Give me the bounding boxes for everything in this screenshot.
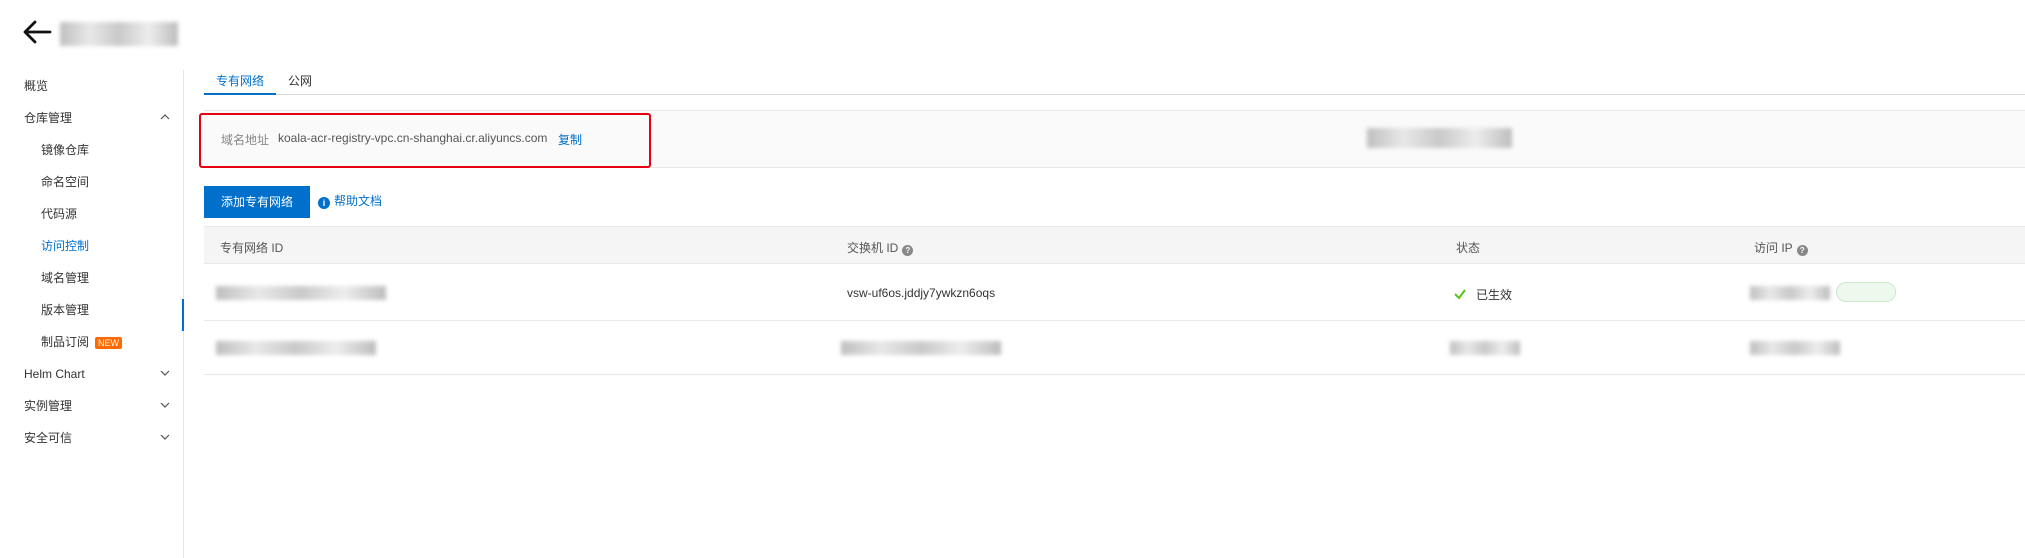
sidebar-item-domain-management[interactable]: 域名管理 xyxy=(41,266,89,290)
status-text: 已生效 xyxy=(1476,288,1513,302)
help-circle-icon[interactable]: ? xyxy=(1796,245,1808,256)
table-row xyxy=(204,321,2025,375)
chevron-down-icon[interactable] xyxy=(160,432,170,442)
column-header-vswitch-id: 交换机 ID? xyxy=(847,239,914,256)
table-header: 专有网络 ID 交换机 ID? 状态 访问 IP? xyxy=(204,226,2025,264)
add-vpc-button[interactable]: 添加专有网络 xyxy=(204,186,310,218)
access-ip-redacted xyxy=(1750,286,1830,300)
chevron-down-icon[interactable] xyxy=(160,368,170,378)
redacted-info xyxy=(1367,128,1512,148)
sidebar-item-helm-chart[interactable]: Helm Chart xyxy=(24,362,85,386)
sidebar-item-artifact-subscription[interactable]: 制品订阅 NEW xyxy=(41,330,123,354)
new-badge: NEW xyxy=(95,336,123,349)
sidebar-item-security-trust[interactable]: 安全可信 xyxy=(24,426,72,450)
status-tag-redacted xyxy=(1836,282,1896,302)
vpc-id-redacted xyxy=(216,341,376,355)
sidebar-item-code-source[interactable]: 代码源 xyxy=(41,202,77,226)
chevron-down-icon[interactable] xyxy=(160,400,170,410)
help-circle-icon[interactable]: ? xyxy=(902,245,914,256)
sidebar-item-instance-management[interactable]: 实例管理 xyxy=(24,394,72,418)
status-redacted xyxy=(1450,341,1520,355)
page-title-redacted xyxy=(60,22,178,46)
column-header-label: 交换机 ID xyxy=(847,241,899,255)
network-tabs: 专有网络 公网 xyxy=(204,70,2025,95)
sidebar-item-image-repo[interactable]: 镜像仓库 xyxy=(41,138,89,162)
domain-value: koala-acr-registry-vpc.cn-shanghai.cr.al… xyxy=(278,131,548,145)
tab-public-network[interactable]: 公网 xyxy=(276,70,324,95)
column-header-access-ip: 访问 IP? xyxy=(1754,239,1808,256)
active-indicator xyxy=(182,299,184,331)
column-header-status: 状态 xyxy=(1456,241,1481,255)
sidebar-item-overview[interactable]: 概览 xyxy=(24,74,48,98)
table-row: vsw-uf6os.jddjy7ywkzn6oqs 已生效 xyxy=(204,264,2025,321)
help-docs-label: 帮助文档 xyxy=(334,194,383,208)
domain-label: 域名地址 xyxy=(221,133,270,147)
sidebar-item-access-control[interactable]: 访问控制 xyxy=(41,234,89,258)
vswitch-id: vsw-uf6os.jddjy7ywkzn6oqs xyxy=(847,286,996,300)
chevron-up-icon[interactable] xyxy=(160,112,170,122)
sidebar-item-repo-management[interactable]: 仓库管理 xyxy=(24,106,72,130)
help-docs-link[interactable]: i 帮助文档 xyxy=(318,192,382,210)
check-icon xyxy=(1454,289,1466,300)
sidebar-item-namespace[interactable]: 命名空间 xyxy=(41,170,89,194)
column-header-vpc-id: 专有网络 ID xyxy=(220,241,284,255)
vswitch-id-redacted xyxy=(841,341,1001,355)
info-icon: i xyxy=(318,197,330,209)
sidebar xyxy=(0,70,184,558)
column-header-label: 访问 IP xyxy=(1754,241,1793,255)
back-arrow-icon[interactable] xyxy=(22,19,52,45)
copy-link[interactable]: 复制 xyxy=(558,131,582,148)
sidebar-item-version-management[interactable]: 版本管理 xyxy=(41,298,89,322)
vpc-id-redacted xyxy=(216,286,386,300)
access-ip-redacted xyxy=(1750,341,1840,355)
tab-vpc[interactable]: 专有网络 xyxy=(204,70,277,95)
sidebar-item-label: 制品订阅 xyxy=(41,335,90,349)
